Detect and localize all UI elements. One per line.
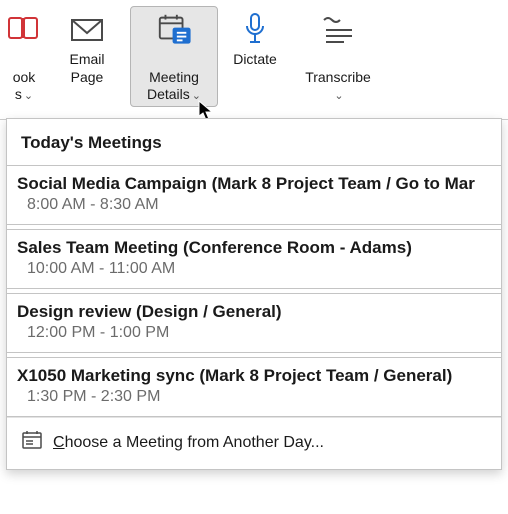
book-label: ook s⌄ [13,51,36,104]
meeting-item[interactable]: Design review (Design / General) 12:00 P… [6,293,502,353]
dictate-button[interactable]: Dictate [220,6,290,72]
chevron-down-icon: ⌄ [24,90,33,102]
ribbon-toolbar: ook s⌄ Email Page Meeting De [0,0,508,120]
transcribe-button[interactable]: Transcribe⌄ [292,6,384,107]
meeting-item[interactable]: X1050 Marketing sync (Mark 8 Project Tea… [6,357,502,417]
dictate-label: Dictate [233,51,277,69]
book-button-partial[interactable]: ook s⌄ [4,6,44,107]
meeting-title: Sales Team Meeting (Conference Room - Ad… [17,238,491,258]
transcribe-icon [320,11,356,47]
meetings-dropdown: Today's Meetings Social Media Campaign (… [6,118,502,470]
chevron-down-icon: ⌄ [334,90,343,102]
choose-another-day-label: Choose a Meeting from Another Day... [53,434,324,452]
meeting-time: 1:30 PM - 2:30 PM [17,388,491,406]
choose-another-day[interactable]: Choose a Meeting from Another Day... [7,417,501,469]
calendar-details-icon [156,11,192,47]
email-page-label: Email Page [69,51,104,86]
meeting-details-label: Meeting Details⌄ [147,51,201,104]
meeting-title: Social Media Campaign (Mark 8 Project Te… [17,174,491,194]
book-icon [6,11,42,47]
meeting-time: 8:00 AM - 8:30 AM [17,196,491,214]
meeting-item[interactable]: Sales Team Meeting (Conference Room - Ad… [6,229,502,289]
meeting-title: Design review (Design / General) [17,302,491,322]
email-page-button[interactable]: Email Page [46,6,128,89]
envelope-icon [69,11,105,47]
meeting-time: 12:00 PM - 1:00 PM [17,324,491,342]
microphone-icon [237,11,273,47]
meeting-list: Social Media Campaign (Mark 8 Project Te… [7,165,501,417]
meetings-header: Today's Meetings [7,119,501,165]
meeting-time: 10:00 AM - 11:00 AM [17,260,491,278]
meeting-details-button[interactable]: Meeting Details⌄ [130,6,218,107]
meeting-title: X1050 Marketing sync (Mark 8 Project Tea… [17,366,491,386]
chevron-down-icon: ⌄ [192,90,201,102]
transcribe-label: Transcribe⌄ [305,51,371,104]
meeting-item[interactable]: Social Media Campaign (Mark 8 Project Te… [6,165,502,225]
calendar-small-icon [21,430,43,455]
